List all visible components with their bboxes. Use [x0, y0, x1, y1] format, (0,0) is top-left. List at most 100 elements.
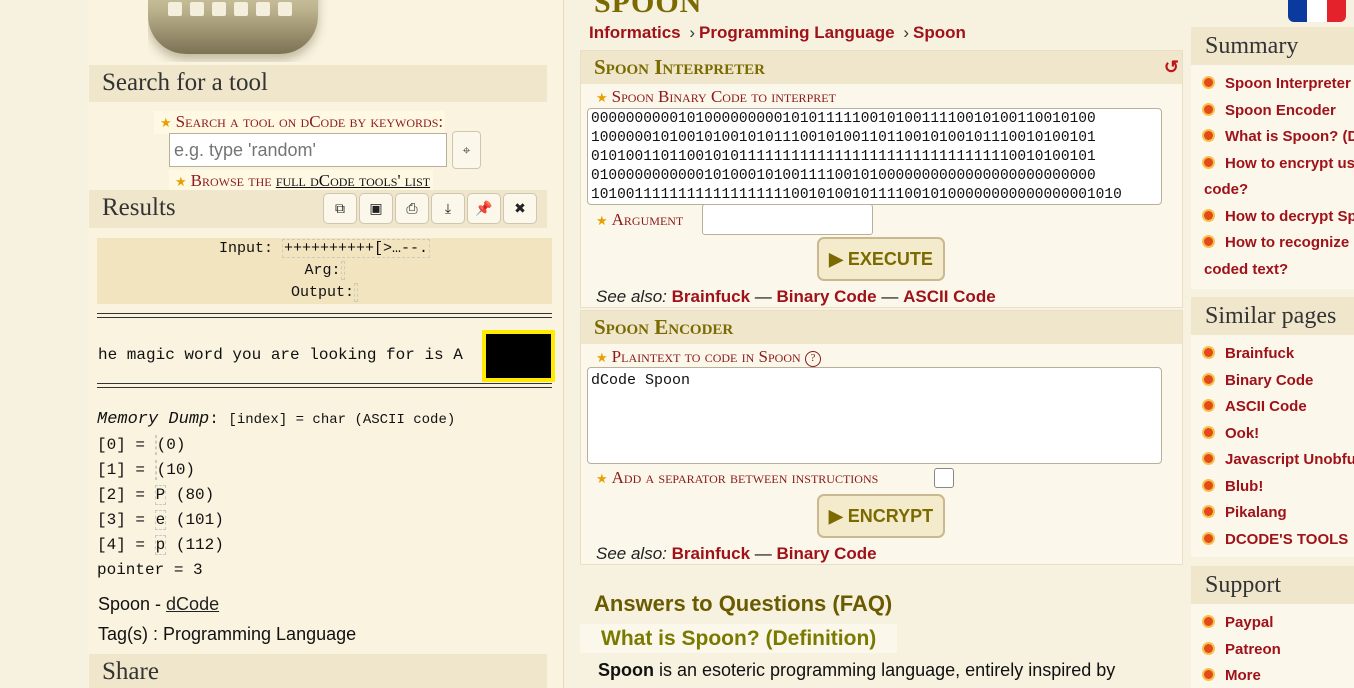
similar-pages-box: Similar pages Brainfuck Binary Code ASCI…	[1191, 297, 1354, 557]
support-title: Support	[1191, 566, 1354, 604]
help-icon[interactable]: ?	[804, 351, 821, 367]
code-label: ★ Spoon Binary Code to interpret	[596, 87, 836, 106]
french-flag-icon[interactable]	[1288, 0, 1346, 22]
plaintext-textarea[interactable]: dCode Spoon	[587, 367, 1162, 464]
similar-item[interactable]: Binary Code	[1204, 368, 1354, 395]
similar-item[interactable]: DCODE'S TOOLS	[1204, 527, 1354, 554]
search-box-header: Search for a tool	[89, 65, 547, 102]
similar-title: Similar pages	[1191, 297, 1354, 335]
memdump-row: [3] = e (101)	[97, 510, 224, 530]
search-input[interactable]	[169, 133, 447, 167]
support-item-paypal[interactable]: Paypal	[1204, 610, 1354, 637]
reset-icon[interactable]: ↺	[1164, 51, 1179, 84]
see-also-link[interactable]: Binary Code	[777, 287, 877, 306]
cryptex-image	[148, 0, 318, 54]
browse-tools-label: ★ Browse the full dCode tools' list	[169, 170, 434, 192]
execute-button[interactable]: ▶ EXECUTE	[817, 237, 945, 281]
summary-item[interactable]: How to encrypt us	[1204, 151, 1354, 178]
pin-button[interactable]: 📌	[467, 193, 501, 224]
search-go-button[interactable]: ⌖	[452, 131, 481, 169]
copy-icon: ⧉	[335, 200, 345, 216]
bullet-icon	[1204, 78, 1213, 87]
summary-item-cont[interactable]: coded text?	[1204, 257, 1354, 284]
download-button[interactable]: ⤓	[431, 193, 465, 224]
memdump-subtitle: [index] = char (ASCII code)	[228, 412, 456, 428]
see-also-link[interactable]: Brainfuck	[672, 287, 750, 306]
bullet-icon	[1204, 670, 1213, 679]
encoder-title: Spoon Encoder	[581, 311, 1182, 344]
pin-icon: 📌	[475, 200, 493, 216]
star-icon: ★	[596, 90, 608, 105]
result-io-box: Input: ++++++++++[>…--. Arg: Output:	[97, 238, 552, 304]
bullet-icon	[1204, 617, 1213, 626]
argument-label: ★ Argument	[596, 210, 684, 229]
close-button[interactable]: ✖	[503, 193, 537, 224]
similar-item[interactable]: Ook!	[1204, 421, 1354, 448]
faq-title: Answers to Questions (FAQ)	[594, 591, 893, 616]
tags-line: Tag(s) : Programming Language	[98, 624, 357, 644]
dcode-logo[interactable]	[148, 0, 328, 62]
see-also-link[interactable]: Brainfuck	[672, 544, 750, 563]
similar-item[interactable]: Brainfuck	[1204, 341, 1354, 368]
summary-item[interactable]: Spoon Encoder	[1204, 98, 1354, 125]
close-icon: ✖	[514, 200, 526, 216]
summary-item-cont[interactable]: code?	[1204, 177, 1354, 204]
share-header: Share	[89, 654, 547, 688]
breadcrumb-informatics[interactable]: Informatics	[589, 23, 681, 42]
output-value	[354, 283, 358, 302]
similar-item[interactable]: Blub!	[1204, 474, 1354, 501]
memdump-row: [1] = (10)	[97, 460, 196, 480]
bullet-icon	[1204, 237, 1213, 246]
breadcrumb-separator: ›	[903, 23, 909, 42]
faq-answer: Spoon is an esoteric programming languag…	[598, 660, 1116, 680]
support-box: Support Paypal Patreon More	[1191, 566, 1354, 688]
summary-item[interactable]: Spoon Interpreter	[1204, 71, 1354, 98]
output-label: Output:	[290, 284, 354, 301]
encrypt-button[interactable]: ▶ ENCRYPT	[817, 494, 945, 538]
summary-item[interactable]: How to decrypt Sp	[1204, 204, 1354, 231]
save-button[interactable]: ▣	[359, 193, 393, 224]
bullet-icon	[1204, 454, 1213, 463]
summary-box: Summary Spoon Interpreter Spoon Encoder …	[1191, 27, 1354, 289]
breadcrumb-spoon[interactable]: Spoon	[913, 23, 966, 42]
breadcrumb-programming-language[interactable]: Programming Language	[699, 23, 895, 42]
memdump-row: [4] = p (112)	[97, 535, 224, 555]
spoon-encoder-panel: Spoon Encoder ★ Plaintext to code in Spoo…	[580, 310, 1183, 565]
dcode-link[interactable]: dCode	[166, 594, 219, 614]
similar-item[interactable]: Javascript Unobfu	[1204, 447, 1354, 474]
bullet-icon	[1204, 104, 1213, 114]
search-keyword-label: ★ Search a tool on dCode by keywords:	[154, 111, 446, 134]
support-item-patreon[interactable]: Patreon	[1204, 637, 1354, 664]
bullet-icon	[1204, 210, 1213, 220]
star-icon: ★	[160, 115, 172, 130]
search-title: Search for a tool	[102, 69, 268, 96]
bullet-icon	[1204, 480, 1213, 490]
download-icon: ⤓	[444, 200, 452, 216]
summary-item[interactable]: How to recognize	[1204, 230, 1354, 257]
input-value: ++++++++++[>…--.	[282, 239, 431, 258]
divider	[97, 383, 552, 388]
separator-checkbox[interactable]	[934, 468, 954, 488]
arg-value	[340, 261, 345, 280]
summary-item[interactable]: What is Spoon? (D	[1204, 124, 1354, 151]
copy-button[interactable]: ⧉	[323, 193, 357, 224]
print-icon: ⎙	[406, 200, 418, 216]
results-toolbar: ⧉ ▣ ⎙ ⤓ 📌 ✖	[323, 193, 539, 224]
see-also-link[interactable]: ASCII Code	[903, 287, 996, 306]
similar-item[interactable]: Pikalang	[1204, 500, 1354, 527]
argument-input[interactable]	[702, 204, 873, 235]
support-item-more[interactable]: More	[1204, 663, 1354, 688]
credit-line: Spoon - dCode	[98, 594, 220, 614]
similar-item[interactable]: ASCII Code	[1204, 394, 1354, 421]
see-also-interpreter: See also: Brainfuck — Binary Code — ASCI…	[596, 287, 996, 306]
save-icon: ▣	[369, 200, 383, 216]
print-button[interactable]: ⎙	[395, 193, 429, 224]
memdump-row: [0] = (0)	[97, 435, 186, 455]
full-tools-list-link[interactable]: full dCode tools' list	[276, 171, 430, 190]
bullet-icon	[1204, 131, 1213, 140]
star-icon: ★	[175, 174, 187, 189]
binary-code-textarea[interactable]: 0000000000101000000000101011111001010011…	[587, 108, 1162, 205]
see-also-link[interactable]: Binary Code	[777, 544, 877, 563]
memdump-title: Memory Dump	[97, 410, 210, 429]
bullet-icon	[1204, 157, 1213, 167]
